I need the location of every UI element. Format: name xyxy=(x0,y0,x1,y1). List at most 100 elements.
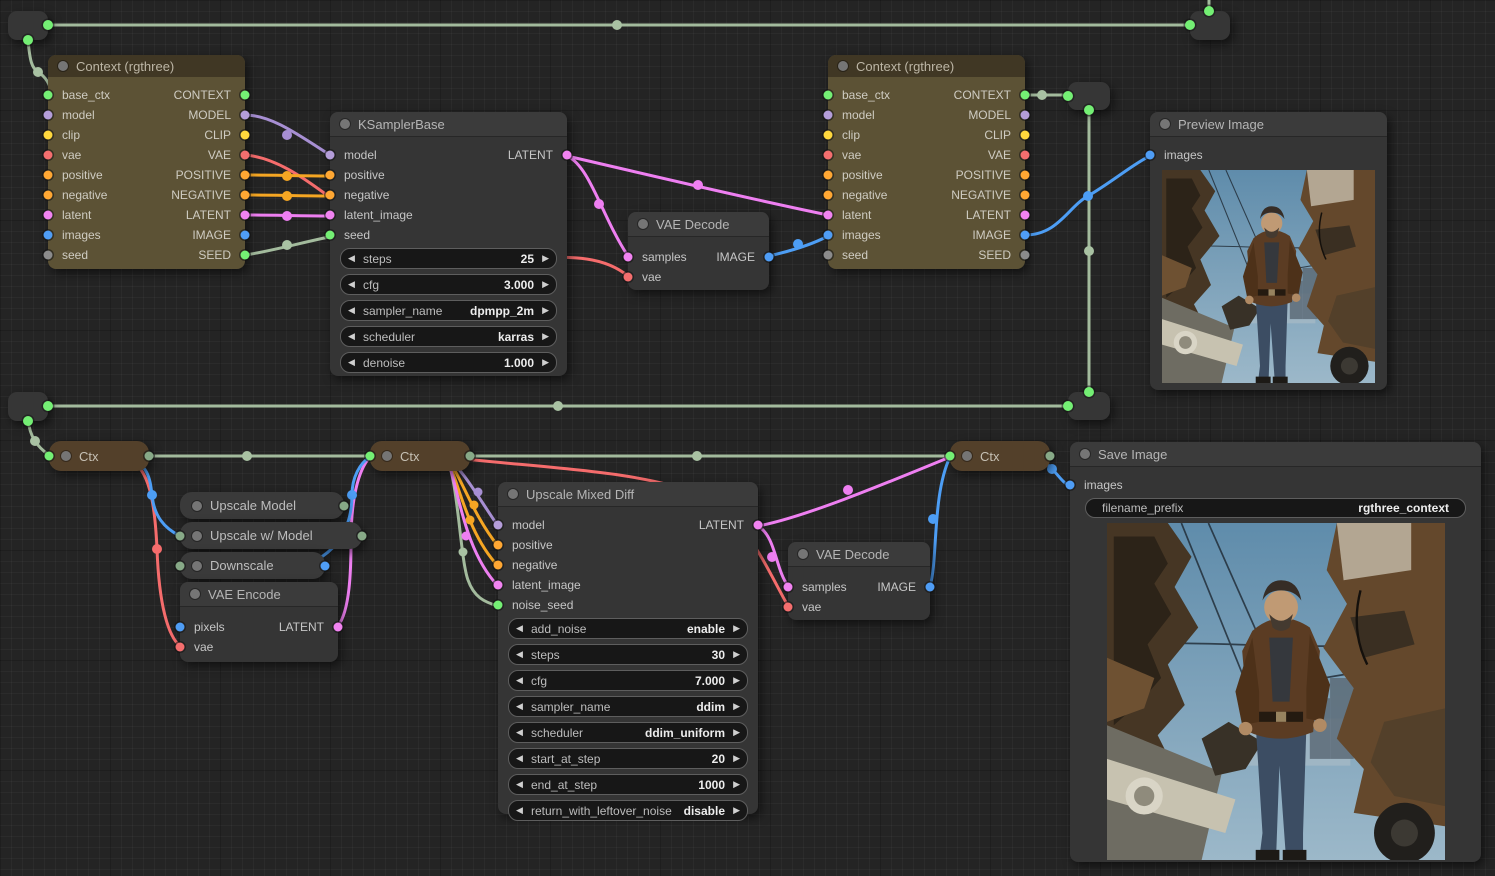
reroute-input-dot[interactable] xyxy=(1185,20,1195,30)
output-slot[interactable] xyxy=(1021,111,1030,120)
context-node-left[interactable]: Context (rgthree) base_ctxCONTEXT modelM… xyxy=(48,55,245,269)
decrement-arrow-icon[interactable]: ◀ xyxy=(516,749,523,768)
output-slot[interactable] xyxy=(321,561,330,570)
output-slot[interactable] xyxy=(754,521,763,530)
increment-arrow-icon[interactable]: ▶ xyxy=(733,723,740,742)
input-slot[interactable] xyxy=(44,91,53,100)
collapse-dot-icon[interactable] xyxy=(1080,449,1090,459)
save-image-node[interactable]: Save Image images filename_prefix rgthre… xyxy=(1070,442,1481,862)
output-slot[interactable] xyxy=(340,501,349,510)
collapse-dot-icon[interactable] xyxy=(61,451,71,461)
decrement-arrow-icon[interactable]: ◀ xyxy=(516,645,523,664)
context-node-right[interactable]: Context (rgthree) base_ctxCONTEXT modelM… xyxy=(828,55,1025,269)
decrement-arrow-icon[interactable]: ◀ xyxy=(516,775,523,794)
reroute-output-dot[interactable] xyxy=(1084,105,1094,115)
reroute-node[interactable] xyxy=(1190,11,1230,40)
collapse-dot-icon[interactable] xyxy=(340,119,350,129)
input-slot[interactable] xyxy=(326,211,335,220)
decrement-arrow-icon[interactable]: ◀ xyxy=(348,353,355,372)
input-slot[interactable] xyxy=(824,111,833,120)
input-slot[interactable] xyxy=(366,452,375,461)
collapse-dot-icon[interactable] xyxy=(838,61,848,71)
widget-filename-prefix[interactable]: filename_prefix rgthree_context xyxy=(1085,498,1466,518)
node-header[interactable]: KSamplerBase xyxy=(330,112,567,137)
node-header[interactable]: VAE Decode xyxy=(628,212,769,237)
downscale-node[interactable]: Downscale xyxy=(180,552,325,579)
decrement-arrow-icon[interactable]: ◀ xyxy=(516,619,523,638)
input-slot[interactable] xyxy=(44,111,53,120)
output-slot[interactable] xyxy=(1021,251,1030,260)
collapse-dot-icon[interactable] xyxy=(962,451,972,461)
widget-steps[interactable]: ◀steps25▶ xyxy=(340,248,557,269)
output-slot[interactable] xyxy=(145,452,154,461)
node-header[interactable]: Context (rgthree) xyxy=(828,55,1025,77)
decrement-arrow-icon[interactable]: ◀ xyxy=(516,801,523,820)
increment-arrow-icon[interactable]: ▶ xyxy=(733,697,740,716)
upscale-model-node[interactable]: Upscale Model xyxy=(180,492,344,519)
reroute-input-dot[interactable] xyxy=(1063,91,1073,101)
output-slot[interactable] xyxy=(241,171,250,180)
input-slot[interactable] xyxy=(176,561,185,570)
input-slot[interactable] xyxy=(44,251,53,260)
collapse-dot-icon[interactable] xyxy=(382,451,392,461)
increment-arrow-icon[interactable]: ▶ xyxy=(733,671,740,690)
input-slot[interactable] xyxy=(824,211,833,220)
decrement-arrow-icon[interactable]: ◀ xyxy=(348,301,355,320)
node-header[interactable]: Preview Image xyxy=(1150,112,1387,137)
ctx-node-1[interactable]: Ctx xyxy=(49,441,149,471)
output-slot[interactable] xyxy=(241,211,250,220)
input-slot[interactable] xyxy=(326,151,335,160)
decrement-arrow-icon[interactable]: ◀ xyxy=(516,697,523,716)
decrement-arrow-icon[interactable]: ◀ xyxy=(348,249,355,268)
input-slot[interactable] xyxy=(824,171,833,180)
widget-return-with-leftover-noise[interactable]: ◀return_with_leftover_noisedisable▶ xyxy=(508,800,748,821)
input-slot[interactable] xyxy=(824,251,833,260)
node-header[interactable]: Context (rgthree) xyxy=(48,55,245,77)
reroute-output-dot[interactable] xyxy=(23,35,33,45)
input-slot[interactable] xyxy=(824,231,833,240)
reroute-node[interactable] xyxy=(1068,392,1110,420)
input-slot[interactable] xyxy=(784,603,793,612)
node-header[interactable]: VAE Decode xyxy=(788,542,930,567)
input-slot[interactable] xyxy=(44,191,53,200)
widget-end-at-step[interactable]: ◀end_at_step1000▶ xyxy=(508,774,748,795)
input-slot[interactable] xyxy=(176,623,185,632)
node-header[interactable]: Upscale Mixed Diff xyxy=(498,482,758,507)
input-slot[interactable] xyxy=(176,531,185,540)
collapse-dot-icon[interactable] xyxy=(190,589,200,599)
input-slot[interactable] xyxy=(824,91,833,100)
node-graph-canvas[interactable]: Context (rgthree) base_ctxCONTEXT modelM… xyxy=(0,0,1495,876)
input-slot[interactable] xyxy=(494,541,503,550)
output-slot[interactable] xyxy=(241,91,250,100)
increment-arrow-icon[interactable]: ▶ xyxy=(542,301,549,320)
widget-scheduler[interactable]: ◀schedulerkarras▶ xyxy=(340,326,557,347)
increment-arrow-icon[interactable]: ▶ xyxy=(542,353,549,372)
collapse-dot-icon[interactable] xyxy=(1160,119,1170,129)
increment-arrow-icon[interactable]: ▶ xyxy=(542,327,549,346)
input-slot[interactable] xyxy=(1146,151,1155,160)
output-slot[interactable] xyxy=(926,583,935,592)
ctx-node-3[interactable]: Ctx xyxy=(950,441,1050,471)
collapse-dot-icon[interactable] xyxy=(192,501,202,511)
input-slot[interactable] xyxy=(946,452,955,461)
collapse-dot-icon[interactable] xyxy=(798,549,808,559)
output-slot[interactable] xyxy=(358,531,367,540)
widget-scheduler[interactable]: ◀schedulerddim_uniform▶ xyxy=(508,722,748,743)
reroute-output-dot[interactable] xyxy=(23,416,33,426)
widget-sampler-name[interactable]: ◀sampler_nameddim▶ xyxy=(508,696,748,717)
reroute-output-dot[interactable] xyxy=(1084,387,1094,397)
increment-arrow-icon[interactable]: ▶ xyxy=(733,749,740,768)
output-slot[interactable] xyxy=(1021,191,1030,200)
input-slot[interactable] xyxy=(494,601,503,610)
widget-sampler-name[interactable]: ◀sampler_namedpmpp_2m▶ xyxy=(340,300,557,321)
widget-start-at-step[interactable]: ◀start_at_step20▶ xyxy=(508,748,748,769)
widget-denoise[interactable]: ◀denoise1.000▶ xyxy=(340,352,557,373)
input-slot[interactable] xyxy=(624,273,633,282)
collapse-dot-icon[interactable] xyxy=(192,561,202,571)
collapse-dot-icon[interactable] xyxy=(508,489,518,499)
vae-encode-node[interactable]: VAE Encode pixelsLATENT vae xyxy=(180,582,338,662)
upscale-with-model-node[interactable]: Upscale w/ Model xyxy=(180,522,362,549)
input-slot[interactable] xyxy=(326,171,335,180)
increment-arrow-icon[interactable]: ▶ xyxy=(733,775,740,794)
input-slot[interactable] xyxy=(44,211,53,220)
